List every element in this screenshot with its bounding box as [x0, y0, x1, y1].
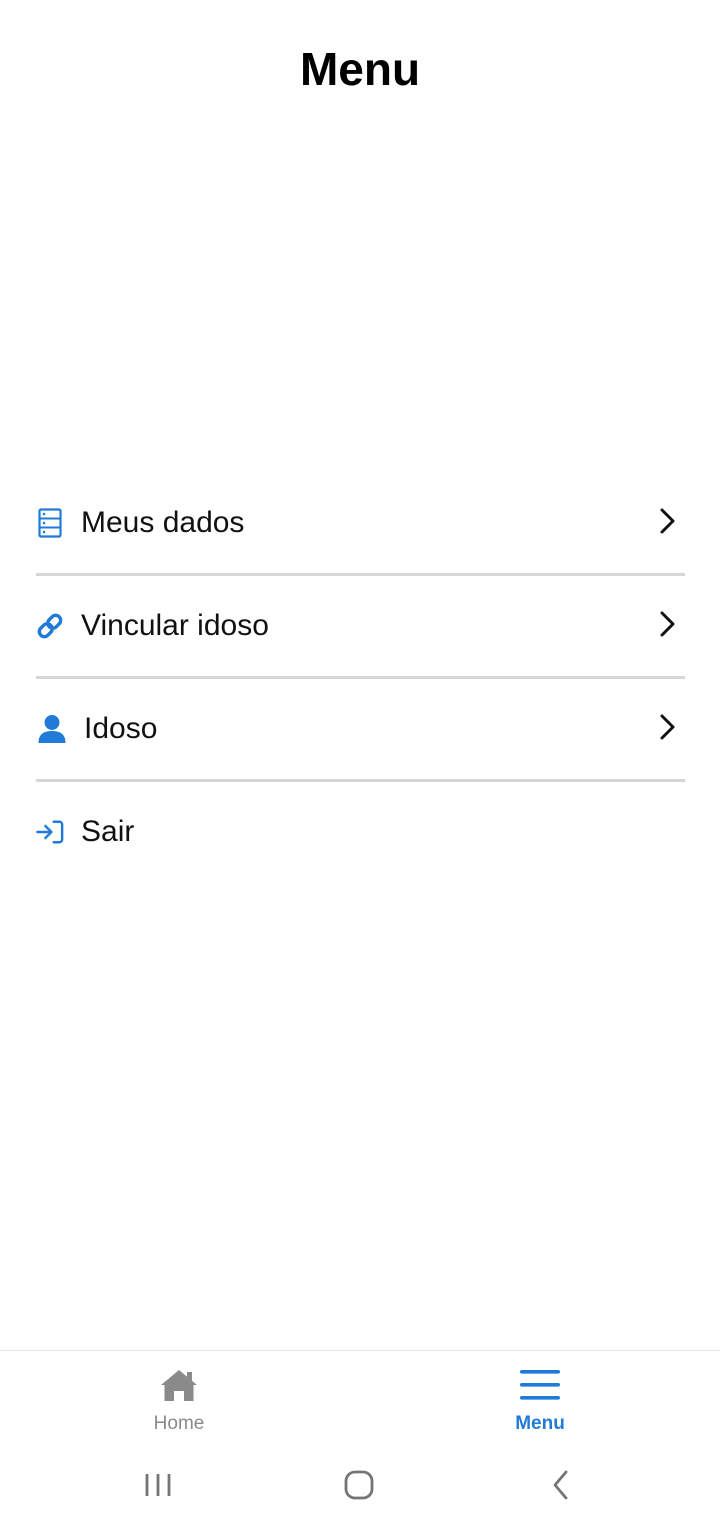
system-home-button[interactable] — [334, 1460, 384, 1510]
system-navigation-bar — [0, 1450, 720, 1520]
menu-item-label: Idoso — [84, 712, 158, 745]
chevron-right-icon — [660, 714, 675, 740]
tab-menu[interactable]: Menu — [460, 1351, 620, 1451]
menu-item-label: Sair — [81, 815, 135, 848]
page-title: Menu — [299, 43, 421, 95]
menu-item-label: Meus dados — [81, 506, 245, 539]
menu-list: Meus dados Vincular idoso Idoso Sair — [36, 473, 685, 882]
bottom-nav: Home Menu — [0, 1350, 720, 1451]
logout-icon — [36, 816, 64, 848]
back-button[interactable] — [536, 1460, 586, 1510]
tab-home[interactable]: Home — [99, 1351, 259, 1451]
link-icon — [36, 610, 64, 642]
user-icon — [36, 713, 68, 745]
home-circle-icon — [344, 1470, 374, 1500]
home-icon — [161, 1370, 197, 1401]
data-list-icon — [36, 507, 64, 539]
menu-item-vincular-idoso[interactable]: Vincular idoso — [36, 576, 685, 679]
chevron-right-icon — [660, 508, 675, 534]
menu-item-idoso[interactable]: Idoso — [36, 679, 685, 782]
menu-item-sair[interactable]: Sair — [36, 782, 685, 882]
recent-apps-icon — [145, 1474, 171, 1496]
tab-home-label: Home — [153, 1413, 205, 1434]
back-icon — [553, 1470, 568, 1500]
chevron-right-icon — [660, 611, 675, 637]
recent-apps-button[interactable] — [133, 1460, 183, 1510]
menu-item-label: Vincular idoso — [81, 609, 269, 642]
hamburger-menu-icon — [520, 1370, 560, 1400]
menu-item-meus-dados[interactable]: Meus dados — [36, 473, 685, 576]
tab-menu-label: Menu — [515, 1413, 565, 1434]
